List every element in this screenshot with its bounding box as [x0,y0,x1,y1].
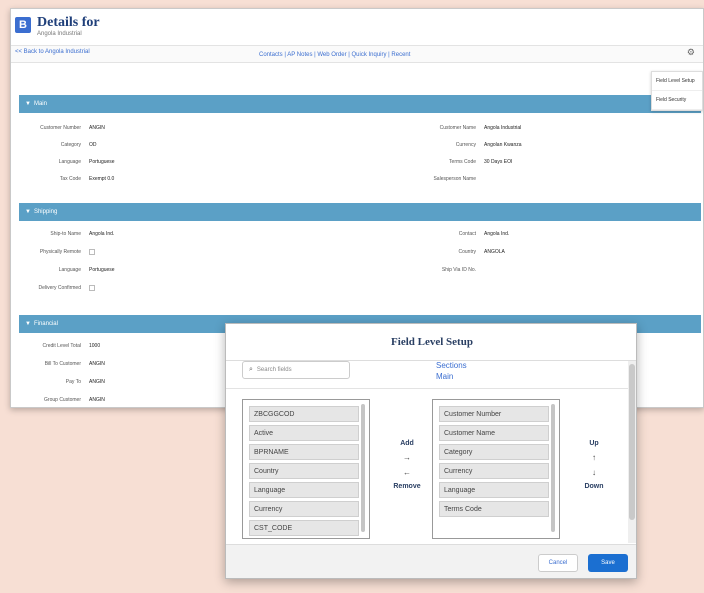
available-fields-list[interactable]: ZBCGGCOD Active BPRNAME Country Language… [242,399,370,539]
field-customer-number: Customer Number ANGIN [40,125,105,131]
search-icon: ⌕ [249,366,253,373]
gear-icon[interactable]: ⚙ [687,47,695,58]
dialog-scrollbar-thumb[interactable] [629,364,635,520]
field-terms-code: Terms Code 30 Days EOI [449,159,513,165]
field-credit-level: Credit Level Total 1000 [42,343,101,349]
list-item[interactable]: Language [439,482,549,498]
settings-menu: Field Level Setup Field Security [651,71,703,111]
dialog-footer: Cancel Save [226,544,636,578]
arrow-left-icon[interactable]: ← [377,468,437,477]
app-logo-icon: B [15,17,31,33]
remove-button[interactable]: Remove [377,483,437,490]
field-level-setup-dialog: Field Level Setup ⌕ Search fields Sectio… [225,323,637,579]
field-country: Country ANGOLA [458,249,505,255]
cancel-button[interactable]: Cancel [538,554,578,572]
window-header: B Details for Angola Industrial [11,9,703,45]
list-item[interactable]: Currency [439,463,549,479]
up-button[interactable]: Up [564,440,624,447]
list-item[interactable]: ZBCGGCOD [249,406,359,422]
arrow-up-icon[interactable]: ↑ [564,453,624,462]
list-item[interactable]: CST_CODE [249,520,359,536]
field-currency: Currency Angolan Kwanza [455,142,522,148]
list-item[interactable]: Customer Number [439,406,549,422]
add-remove-controls: Add → ← Remove [377,440,437,490]
list-item[interactable]: Active [249,425,359,441]
list-item[interactable]: Country [249,463,359,479]
chevron-down-icon: ▼ [25,209,31,215]
search-input[interactable]: ⌕ Search fields [242,361,350,379]
down-button[interactable]: Down [564,483,624,490]
list-item[interactable]: Terms Code [439,501,549,517]
up-down-controls: Up ↑ ↓ Down [564,440,624,490]
save-button[interactable]: Save [588,554,628,572]
list-item[interactable]: Currency [249,501,359,517]
quick-links[interactable]: Contacts | AP Notes | Web Order | Quick … [259,52,410,58]
page-title: Details for [37,15,100,30]
add-button[interactable]: Add [377,440,437,447]
list-item[interactable]: Customer Name [439,425,549,441]
field-ship-via: Ship Via ID No. [441,267,476,273]
checkbox[interactable] [89,249,95,255]
section-header-shipping[interactable]: ▼ Shipping [19,203,701,221]
search-placeholder: Search fields [256,367,292,373]
sections-select[interactable]: Main [436,372,453,381]
field-tax-code: Tax Code Exempt 0.0 [59,176,115,182]
section-label: Financial [33,321,58,327]
menu-item-field-security[interactable]: Field Security [652,91,702,110]
field-pay-to: Pay To ANGIN [65,379,105,385]
list-item[interactable]: Category [439,444,549,460]
dialog-title: Field Level Setup [391,336,473,348]
navigation-bar: << Back to Angola Industrial Contacts | … [11,45,703,63]
field-delivery-confirmed: Delivery Confirmed [11,285,95,291]
section-label: Shipping [33,209,58,215]
field-category: Category OD [60,142,97,148]
field-language: Language Portuguese [58,159,115,165]
selected-fields-list[interactable]: Customer Number Customer Name Category C… [432,399,560,539]
chevron-down-icon: ▼ [25,101,31,107]
list-scrollbar[interactable] [361,404,365,532]
arrow-down-icon[interactable]: ↓ [564,468,624,477]
checkbox[interactable] [89,285,95,291]
list-item[interactable]: Language [249,482,359,498]
list-item[interactable]: BPRNAME [249,444,359,460]
field-contact: Contact Angola Ind. [458,231,510,237]
field-group-customer: Group Customer ANGIN [44,397,105,403]
field-bill-to: Bill To Customer ANGIN [44,361,105,367]
section-header-main[interactable]: ▼ Main [19,95,701,113]
field-shipping-language: Language Portuguese [58,267,115,273]
list-scrollbar[interactable] [551,404,555,532]
sections-label: Sections [436,361,467,370]
field-physically-remote: Physically Remote [11,249,95,255]
chevron-down-icon: ▼ [25,321,31,327]
field-salesperson: Salesperson Name [433,176,476,182]
divider [226,388,630,389]
back-link[interactable]: << Back to Angola Industrial [15,49,90,55]
menu-item-field-level-setup[interactable]: Field Level Setup [652,72,702,91]
field-customer-name: Customer Name Angola Industrial [439,125,522,131]
arrow-right-icon[interactable]: → [377,453,437,462]
page-subtitle: Angola Industrial [37,31,82,37]
field-ship-to-name: Ship-to Name Angola Ind. [50,231,115,237]
section-label: Main [33,101,47,107]
